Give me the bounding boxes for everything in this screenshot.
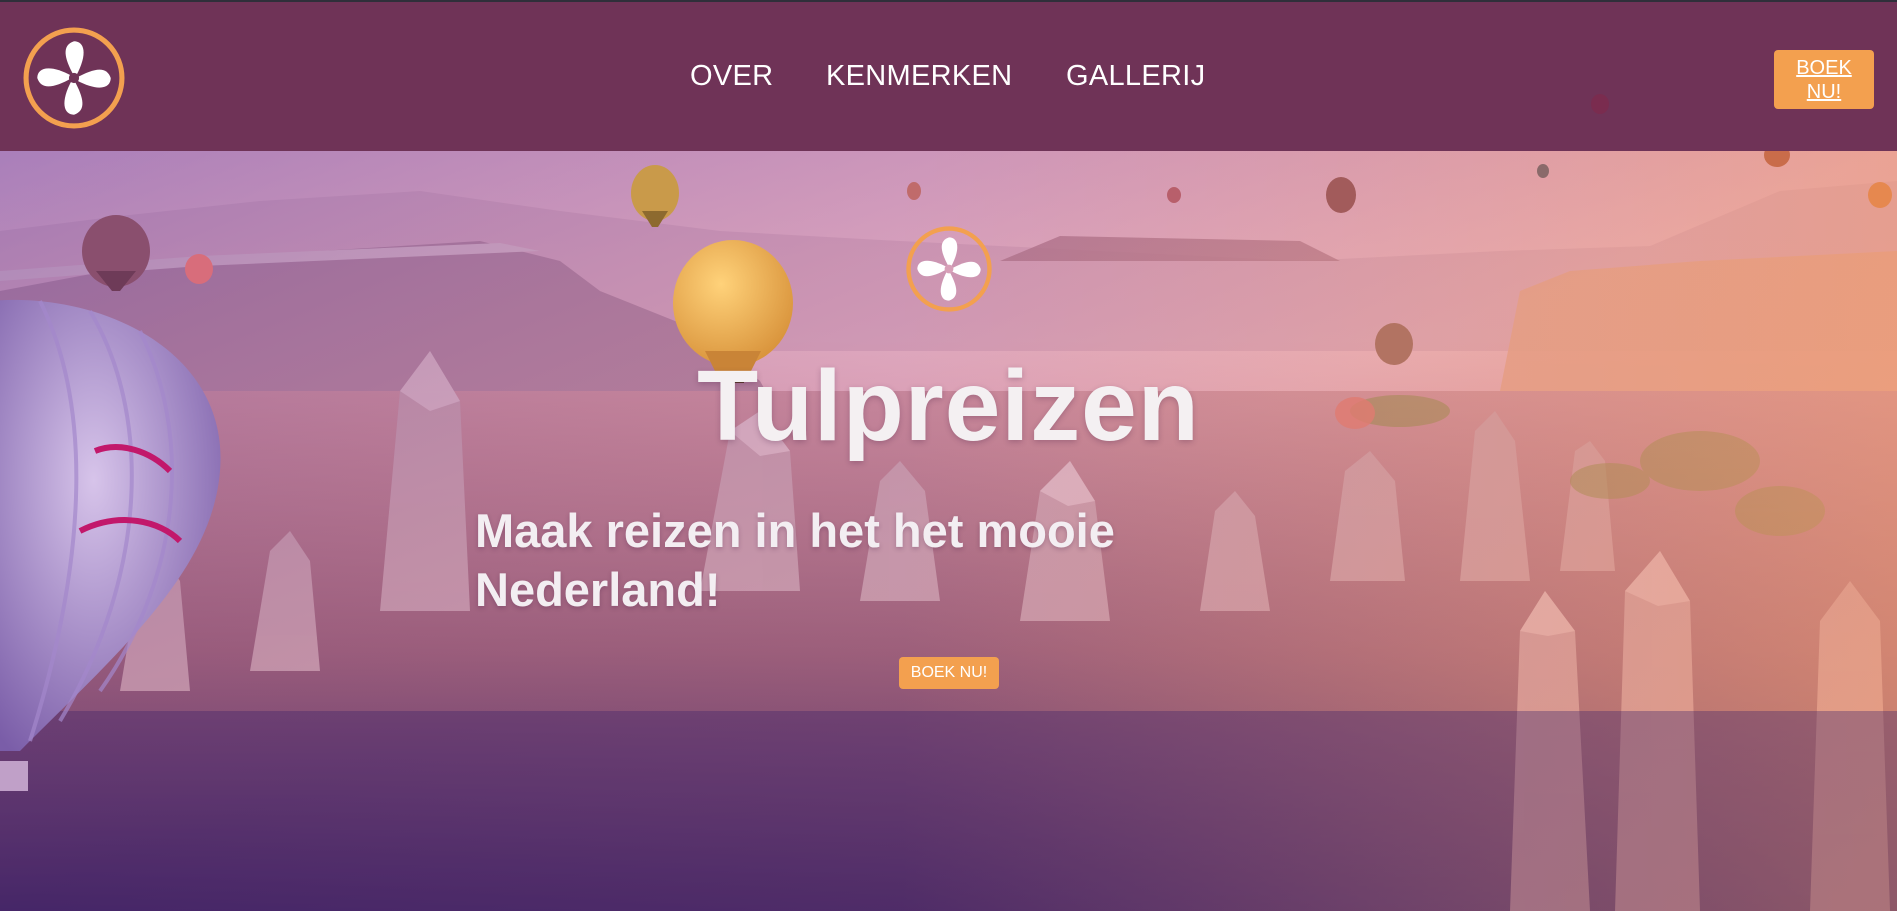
hero-title: Tulpreizen	[697, 350, 1200, 462]
balloon-decoration	[1591, 94, 1609, 114]
hero-section: Tulpreizen Maak reizen in het het mooie …	[0, 151, 1897, 911]
pinwheel-logo-icon	[906, 226, 992, 312]
main-nav: OVER KENMERKEN GALLERIJ	[0, 2, 1897, 153]
nav-link-over[interactable]: OVER	[690, 60, 773, 93]
pinwheel-logo-icon[interactable]	[23, 27, 125, 129]
book-now-button-header[interactable]: BOEK NU!	[1774, 50, 1874, 109]
nav-link-kenmerken[interactable]: KENMERKEN	[826, 60, 1012, 93]
nav-link-gallerij[interactable]: GALLERIJ	[1066, 60, 1205, 93]
book-now-button-hero[interactable]: BOEK NU!	[899, 657, 999, 689]
hero-subtitle: Maak reizen in het het mooie Nederland!	[475, 504, 1115, 616]
top-navbar: OVER KENMERKEN GALLERIJ BOEK NU!	[0, 0, 1897, 151]
